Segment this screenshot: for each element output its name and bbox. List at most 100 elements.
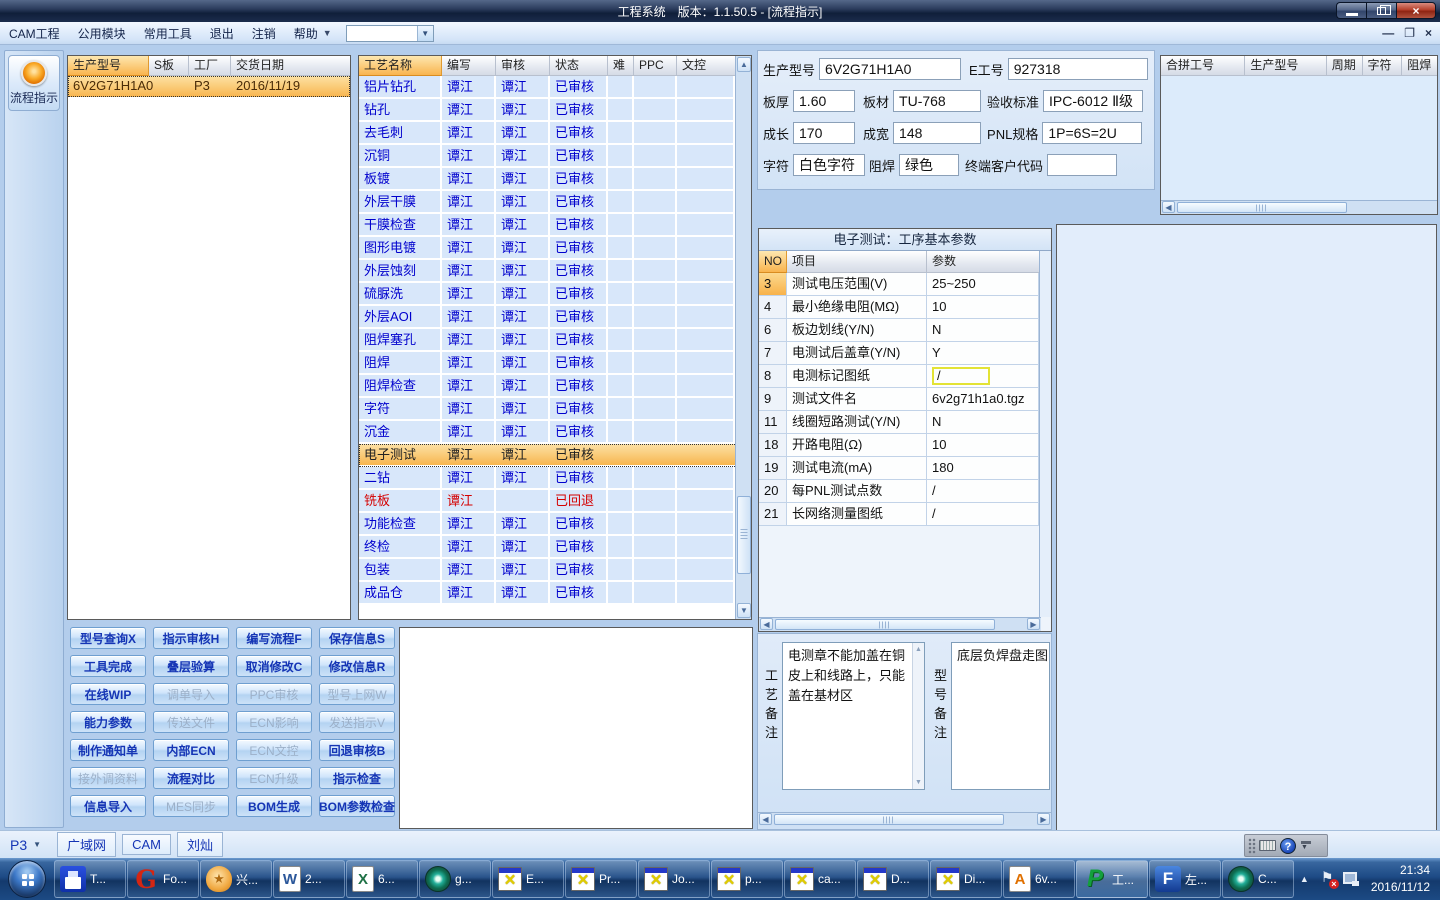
menu-logout[interactable]: 注销 <box>243 22 285 45</box>
taskbar-item[interactable]: Di... <box>930 860 1002 898</box>
scrollbar-thumb[interactable] <box>774 814 1004 825</box>
table-row[interactable]: 4 最小绝缘电阻(MΩ) 10 <box>759 296 1051 319</box>
table-row[interactable]: 沉金 谭江 谭江 已审核 <box>359 421 737 444</box>
thickness-field[interactable]: 1.60 <box>793 90 856 112</box>
column-header-status[interactable]: 状态 <box>550 56 608 76</box>
table-row[interactable]: 外层蚀刻 谭江 谭江 已审核 <box>359 260 737 283</box>
language-bar[interactable]: ? ▼ <box>1244 834 1328 857</box>
drag-handle[interactable] <box>1248 837 1256 854</box>
table-row[interactable]: 干膜检查 谭江 谭江 已审核 <box>359 214 737 237</box>
table-row[interactable]: 二钻 谭江 谭江 已审核 <box>359 467 737 490</box>
taskbar-item[interactable]: E... <box>492 860 564 898</box>
taskbar-item[interactable]: ca... <box>784 860 856 898</box>
table-row[interactable]: 阻焊检查 谭江 谭江 已审核 <box>359 375 737 398</box>
taskbar-item[interactable]: 兴... <box>200 860 272 898</box>
action-button[interactable]: 编写流程F <box>236 627 312 649</box>
table-row[interactable]: 9 测试文件名 6v2g71h1a0.tgz <box>759 388 1051 411</box>
column-header-merge-job[interactable]: 合拼工号 <box>1161 56 1246 76</box>
table-row[interactable]: 7 电测试后盖章(Y/N) Y <box>759 342 1051 365</box>
scroll-down-icon[interactable]: ▼ <box>913 777 924 788</box>
action-button[interactable]: 型号查询X <box>70 627 146 649</box>
action-button[interactable]: 内部ECN <box>153 739 229 761</box>
remark-scrollbar[interactable]: ▲ ▼ <box>912 643 924 789</box>
table-row[interactable]: 8 电测标记图纸 / <box>759 365 1051 388</box>
taskbar-item[interactable]: Fo... <box>127 860 199 898</box>
column-header-date[interactable]: 交货日期 <box>231 56 350 76</box>
column-header-item[interactable]: 项目 <box>787 251 927 273</box>
mdi-restore-button[interactable]: ❐ <box>1404 26 1415 40</box>
column-header-silkscreen[interactable]: 字符 <box>1362 56 1403 76</box>
clock[interactable]: 21:34 2016/11/12 <box>1371 862 1430 897</box>
scroll-up-icon[interactable]: ▲ <box>737 57 751 72</box>
table-row[interactable]: 电子测试 谭江 谭江 已审核 <box>359 444 737 467</box>
table-row[interactable]: 去毛刺 谭江 谭江 已审核 <box>359 122 737 145</box>
table-row[interactable]: 19 测试电流(mA) 180 <box>759 457 1051 480</box>
mdi-close-button[interactable]: × <box>1425 26 1432 40</box>
tab-user[interactable]: 刘灿 <box>176 832 223 857</box>
keyboard-icon[interactable] <box>1259 840 1276 851</box>
action-button[interactable]: 取消修改C <box>236 655 312 677</box>
table-row[interactable]: 终检 谭江 谭江 已审核 <box>359 536 737 559</box>
scroll-right-icon[interactable]: ▶ <box>1037 813 1050 825</box>
start-button[interactable] <box>8 860 46 898</box>
taskbar-item[interactable]: g... <box>419 860 491 898</box>
scroll-up-icon[interactable]: ▲ <box>913 644 924 655</box>
scrollbar-thumb[interactable] <box>775 619 995 630</box>
column-header-model[interactable]: 生产型号 <box>68 56 149 76</box>
standard-field[interactable]: IPC-6012 Ⅱ级 <box>1043 90 1144 112</box>
scroll-left-icon[interactable]: ◀ <box>759 813 772 825</box>
tab-wan[interactable]: 广域网 <box>57 832 117 857</box>
action-button[interactable]: 修改信息R <box>319 655 395 677</box>
scroll-left-icon[interactable]: ◀ <box>1162 201 1175 213</box>
scroll-right-icon[interactable]: ▶ <box>1027 618 1040 630</box>
table-row[interactable]: 3 测试电压范围(V) 25~250 <box>759 273 1051 296</box>
column-header-process[interactable]: 工艺名称 <box>359 56 442 76</box>
column-header-doc[interactable]: 文控 <box>677 56 735 76</box>
table-row[interactable]: 板镀 谭江 谭江 已审核 <box>359 168 737 191</box>
taskbar-item[interactable]: 2... <box>273 860 345 898</box>
column-header-ppc[interactable]: PPC <box>634 56 677 76</box>
table-row[interactable]: 功能检查 谭江 谭江 已审核 <box>359 513 737 536</box>
taskbar-item[interactable]: T... <box>54 860 126 898</box>
table-row[interactable]: 11 线圈短路测试(Y/N) N <box>759 411 1051 434</box>
taskbar-item[interactable]: 工... <box>1076 860 1148 898</box>
table-row[interactable]: 铝片钻孔 谭江 谭江 已审核 <box>359 76 737 99</box>
material-field[interactable]: TU-768 <box>893 90 982 112</box>
scrollbar-thumb[interactable] <box>1177 202 1347 213</box>
network-icon[interactable] <box>1342 872 1359 886</box>
action-button[interactable]: BOM生成 <box>236 795 312 817</box>
menu-common-modules[interactable]: 公用模块 <box>69 22 135 45</box>
column-header-soldermask[interactable]: 阻焊 <box>1402 56 1438 76</box>
column-header-merge-model[interactable]: 生产型号 <box>1245 56 1327 76</box>
table-row[interactable]: 铣板 谭江 已回退 <box>359 490 737 513</box>
restore-button[interactable] <box>1366 2 1396 19</box>
table-row[interactable]: 包装 谭江 谭江 已审核 <box>359 559 737 582</box>
table-row[interactable]: 阻焊塞孔 谭江 谭江 已审核 <box>359 329 737 352</box>
table-row[interactable]: 20 每PNL测试点数 / <box>759 480 1051 503</box>
params-vertical-scrollbar[interactable] <box>1039 251 1051 617</box>
chevron-down-icon[interactable]: ▼ <box>1301 844 1311 851</box>
action-center-flag-icon[interactable] <box>1321 869 1339 889</box>
column-header-value[interactable]: 参数 <box>927 251 1039 273</box>
table-row[interactable]: 阻焊 谭江 谭江 已审核 <box>359 352 737 375</box>
table-row[interactable]: 外层干膜 谭江 谭江 已审核 <box>359 191 737 214</box>
close-button[interactable]: × <box>1396 2 1436 19</box>
table-row[interactable]: 外层AOI 谭江 谭江 已审核 <box>359 306 737 329</box>
table-row[interactable]: 6 板边划线(Y/N) N <box>759 319 1051 342</box>
window-titlebar[interactable]: 工程系统 版本：1.1.50.5 - [流程指示] × <box>0 0 1440 22</box>
taskbar-item[interactable]: 左... <box>1149 860 1221 898</box>
action-button[interactable]: 流程对比 <box>153 767 229 789</box>
table-row[interactable]: 硫脲洗 谭江 谭江 已审核 <box>359 283 737 306</box>
process-remark-textarea[interactable]: 电测章不能加盖在铜皮上和线路上，只能盖在基材区 ▲ ▼ <box>782 642 925 790</box>
taskbar-item[interactable]: Pr... <box>565 860 637 898</box>
pnl-spec-field[interactable]: 1P=6S=2U <box>1042 122 1143 144</box>
column-header-no[interactable]: NO <box>759 251 787 273</box>
mdi-minimize-button[interactable]: — <box>1382 26 1394 40</box>
merge-table-scrollbar[interactable]: ◀ <box>1161 200 1437 214</box>
column-header-cycle[interactable]: 周期 <box>1326 56 1363 76</box>
column-header-difficulty[interactable]: 难 <box>608 56 634 76</box>
scrollbar-thumb[interactable] <box>737 496 751 574</box>
tab-cam[interactable]: CAM <box>122 834 171 855</box>
factory-dropdown[interactable]: P3 ▼ <box>10 837 41 853</box>
table-row[interactable]: 18 开路电阻(Ω) 10 <box>759 434 1051 457</box>
